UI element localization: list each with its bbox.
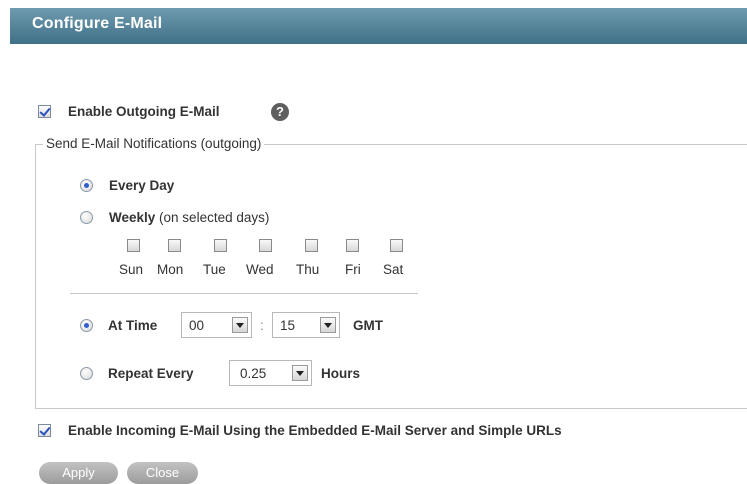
enable-incoming-checkbox[interactable] (38, 424, 51, 437)
day-checkbox-sat[interactable] (390, 239, 403, 252)
weekly-label: Weekly (109, 210, 156, 225)
weekly-label-group: Weekly (on selected days) (109, 210, 269, 225)
day-checkbox-thu[interactable] (305, 239, 318, 252)
section-divider (70, 293, 418, 294)
day-label-tue: Tue (203, 262, 226, 277)
close-button[interactable]: Close (127, 462, 198, 484)
day-label-fri: Fri (345, 262, 361, 277)
day-checkbox-mon[interactable] (168, 239, 181, 252)
every-day-radio[interactable] (80, 179, 93, 192)
apply-button[interactable]: Apply (39, 462, 118, 484)
minute-value: 15 (280, 318, 296, 333)
minute-dropdown-arrow-icon[interactable] (320, 317, 336, 333)
day-checkbox-fri[interactable] (346, 239, 359, 252)
weekly-suffix: (on selected days) (159, 210, 270, 225)
enable-outgoing-checkbox[interactable] (38, 105, 51, 118)
enable-incoming-label: Enable Incoming E-Mail Using the Embedde… (68, 423, 562, 438)
day-checkbox-wed[interactable] (259, 239, 272, 252)
repeat-interval-value: 0.25 (240, 366, 267, 381)
day-label-thu: Thu (296, 262, 320, 277)
time-separator: : (260, 318, 264, 333)
at-time-label: At Time (108, 318, 158, 333)
repeat-unit-label: Hours (321, 366, 361, 381)
day-label-sat: Sat (383, 262, 404, 277)
day-checkbox-sun[interactable] (127, 239, 140, 252)
repeat-every-label: Repeat Every (108, 366, 194, 381)
page-title: Configure E-Mail (32, 15, 163, 32)
hour-value: 00 (189, 318, 205, 333)
day-checkbox-tue[interactable] (214, 239, 227, 252)
hour-dropdown-arrow-icon[interactable] (232, 317, 248, 333)
help-icon[interactable]: ? (271, 103, 289, 121)
timezone-label: GMT (353, 318, 383, 333)
fieldset-bottom-border (35, 408, 747, 409)
repeat-interval-select[interactable]: 0.25 (229, 360, 312, 386)
day-label-mon: Mon (157, 262, 184, 277)
at-time-radio[interactable] (80, 319, 93, 332)
enable-outgoing-label: Enable Outgoing E-Mail (68, 104, 220, 119)
day-label-wed: Wed (246, 262, 274, 277)
notifications-legend: Send E-Mail Notifications (outgoing) (43, 136, 265, 151)
hour-select[interactable]: 00 (181, 312, 252, 338)
minute-select[interactable]: 15 (272, 312, 340, 338)
repeat-every-radio[interactable] (80, 367, 93, 380)
day-label-sun: Sun (119, 262, 144, 277)
weekly-radio[interactable] (80, 211, 93, 224)
page-header: Configure E-Mail (10, 8, 747, 44)
repeat-dropdown-arrow-icon[interactable] (292, 365, 308, 381)
fieldset-left-border (35, 144, 36, 408)
every-day-label: Every Day (109, 178, 175, 193)
